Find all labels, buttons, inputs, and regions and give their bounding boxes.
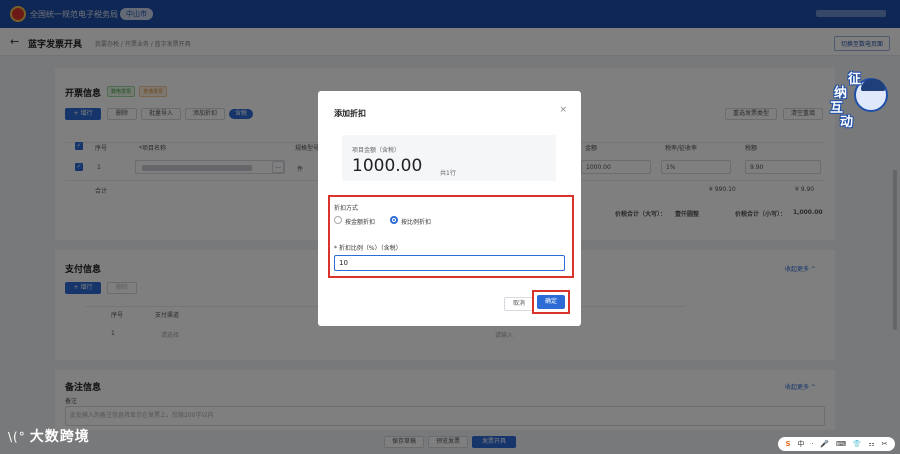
watermark-logo: \(° bbox=[8, 430, 26, 444]
confirm-button[interactable]: 确定 bbox=[537, 295, 565, 309]
cancel-button[interactable]: 取消 bbox=[504, 297, 534, 311]
radio-by-ratio[interactable] bbox=[390, 216, 398, 224]
skin-icon[interactable]: 👕 bbox=[853, 440, 862, 448]
grid-icon[interactable]: ⚏ bbox=[869, 440, 875, 448]
ime-logo-icon[interactable]: S bbox=[785, 440, 790, 448]
ime-toolbar[interactable]: S 中 · 🎤 ⌨ 👕 ⚏ ✂ bbox=[778, 437, 895, 451]
close-icon[interactable]: × bbox=[559, 105, 567, 115]
dialog-title: 添加折扣 bbox=[334, 109, 366, 118]
amount-label: 项目金额（含税） bbox=[352, 147, 401, 154]
ime-punct-icon[interactable]: · bbox=[811, 440, 813, 448]
mascot-char-4: 动 bbox=[840, 115, 854, 130]
amount-summary: 项目金额（含税） 1000.00 共1行 bbox=[342, 135, 556, 181]
service-mascot[interactable]: 征 纳 互 动 bbox=[826, 70, 892, 132]
ratio-label: * 折扣比例（%）（含税） bbox=[334, 245, 402, 252]
discount-method-label: 折扣方式 bbox=[334, 205, 359, 212]
option-by-ratio-label[interactable]: 按比例折扣 bbox=[401, 217, 431, 226]
discount-ratio-input[interactable]: 10 bbox=[334, 255, 565, 271]
keyboard-icon[interactable]: ⌨ bbox=[836, 440, 846, 448]
radio-by-amount[interactable] bbox=[334, 216, 342, 224]
mascot-char-1: 征 bbox=[848, 72, 862, 87]
amount-value: 1000.00 bbox=[352, 156, 423, 176]
ime-lang-toggle[interactable]: 中 bbox=[797, 439, 804, 449]
microphone-icon[interactable]: 🎤 bbox=[820, 440, 829, 448]
watermark-text: 大数跨境 bbox=[29, 429, 90, 445]
watermark: \(° 大数跨境 bbox=[8, 426, 90, 446]
rows-count: 共1行 bbox=[440, 170, 456, 177]
add-discount-dialog: 添加折扣 × 项目金额（含税） 1000.00 共1行 折扣方式 按金额折扣 按… bbox=[318, 91, 581, 326]
option-by-amount-label[interactable]: 按金额折扣 bbox=[345, 217, 375, 226]
scissors-icon[interactable]: ✂ bbox=[882, 440, 888, 448]
